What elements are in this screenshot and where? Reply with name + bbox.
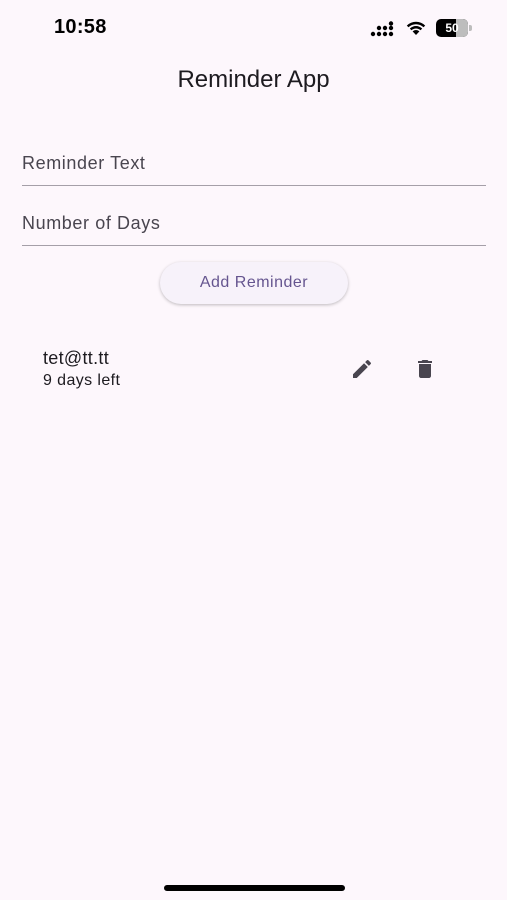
battery-body: 50: [436, 19, 468, 37]
signal-icon: [370, 21, 396, 37]
reminder-title: tet@tt.tt: [43, 348, 109, 368]
status-time: 10:58: [54, 16, 107, 38]
number-of-days-field: [22, 196, 486, 246]
wifi-icon: [405, 19, 427, 36]
battery-level: 50: [445, 21, 459, 35]
app-title: Reminder App: [177, 66, 330, 93]
reminder-text-input[interactable]: [22, 136, 486, 185]
number-of-days-input[interactable]: [22, 196, 486, 245]
reminder-list-item[interactable]: tet@tt.tt 9 days left: [0, 340, 507, 400]
add-reminder-button[interactable]: Add Reminder: [160, 262, 348, 304]
home-indicator: [164, 885, 345, 891]
battery-icon: 50: [436, 19, 472, 37]
delete-icon[interactable]: [410, 354, 440, 384]
status-bar: 10:58 50: [0, 0, 507, 56]
reminder-screen: 10:58 50 Reminder App Reminder Text Numb…: [0, 0, 507, 900]
reminder-text-field: [22, 136, 486, 186]
reminder-days-left: 9 days left: [43, 372, 121, 389]
edit-icon[interactable]: [347, 354, 377, 384]
